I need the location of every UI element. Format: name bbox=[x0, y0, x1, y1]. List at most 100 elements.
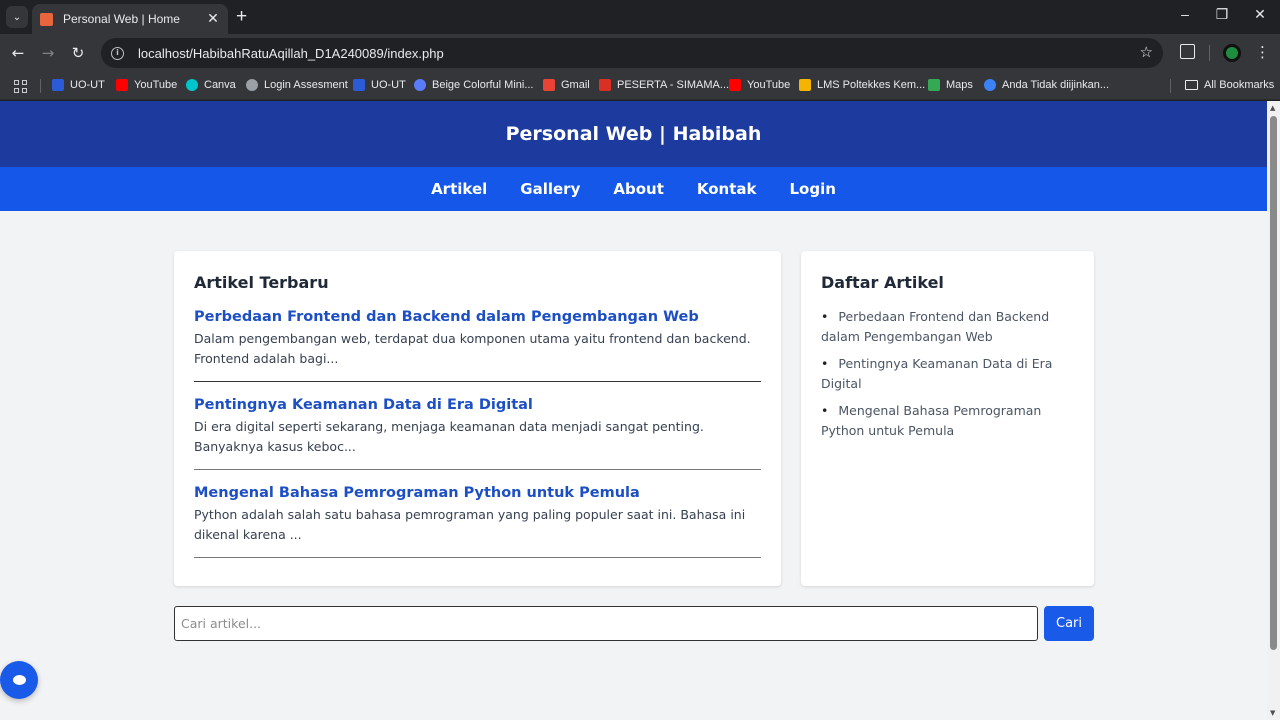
maps-icon bbox=[928, 79, 940, 91]
bookmark-item[interactable]: LMS Poltekkes Kem... bbox=[799, 79, 925, 91]
site-header: Personal Web | Habibah bbox=[0, 101, 1267, 167]
new-tab-icon[interactable]: + bbox=[236, 7, 247, 27]
profile-avatar-icon[interactable] bbox=[1223, 44, 1241, 62]
article-title-link[interactable]: Mengenal Bahasa Pemrograman Python untuk… bbox=[194, 485, 761, 501]
latest-articles-heading: Artikel Terbaru bbox=[194, 273, 329, 292]
scroll-up-icon[interactable]: ▲ bbox=[1270, 104, 1275, 112]
article-list-item[interactable]: Perbedaan Frontend dan Backend dalam Pen… bbox=[821, 307, 1074, 347]
page-scrollbar[interactable]: ▲ ▼ bbox=[1267, 101, 1280, 720]
article-item: Mengenal Bahasa Pemrograman Python untuk… bbox=[194, 485, 761, 558]
nav-link-gallery[interactable]: Gallery bbox=[520, 180, 580, 198]
all-bookmarks-label: All Bookmarks bbox=[1204, 79, 1275, 91]
extensions-icon[interactable] bbox=[1180, 44, 1195, 59]
chat-bubble-icon bbox=[12, 675, 26, 685]
kebab-menu-icon[interactable]: ⋮ bbox=[1255, 43, 1270, 61]
tab-title: Personal Web | Home bbox=[63, 12, 180, 26]
bookmark-item[interactable]: UO-UT bbox=[52, 79, 105, 91]
folder-icon bbox=[1185, 80, 1198, 90]
all-bookmarks-button[interactable]: All Bookmarks bbox=[1185, 79, 1274, 91]
bookmarks-divider bbox=[1170, 79, 1171, 93]
bookmark-item[interactable]: Maps bbox=[928, 79, 973, 91]
browser-tab[interactable]: Personal Web | Home ✕ bbox=[32, 4, 228, 34]
scroll-thumb[interactable] bbox=[1270, 116, 1277, 650]
forward-icon[interactable]: → bbox=[38, 43, 58, 63]
article-item: Perbedaan Frontend dan Backend dalam Pen… bbox=[194, 309, 761, 382]
bookmark-star-icon[interactable]: ☆ bbox=[1140, 43, 1153, 61]
bookmark-label: Canva bbox=[204, 79, 236, 91]
browser-toolbar: ← → ↻ i localhost/HabibahRatuAqillah_D1A… bbox=[0, 34, 1280, 72]
tab-search-chevron-icon[interactable]: ⌄ bbox=[6, 6, 28, 28]
article-title-link[interactable]: Perbedaan Frontend dan Backend dalam Pen… bbox=[194, 309, 761, 325]
site-title: Personal Web | Habibah bbox=[505, 123, 762, 145]
ut-icon bbox=[353, 79, 365, 91]
address-bar[interactable]: i localhost/HabibahRatuAqillah_D1A240089… bbox=[101, 38, 1163, 68]
article-title-link[interactable]: Pentingnya Keamanan Data di Era Digital bbox=[194, 397, 761, 413]
close-window-icon[interactable]: ✕ bbox=[1250, 6, 1270, 23]
reload-icon[interactable]: ↻ bbox=[68, 43, 88, 63]
nav-link-about[interactable]: About bbox=[613, 180, 664, 198]
back-icon[interactable]: ← bbox=[8, 43, 28, 63]
article-list-item[interactable]: Pentingnya Keamanan Data di Era Digital bbox=[821, 354, 1074, 394]
bookmark-label: Beige Colorful Mini... bbox=[432, 79, 534, 91]
canva-icon bbox=[414, 79, 426, 91]
close-tab-icon[interactable]: ✕ bbox=[206, 12, 220, 26]
bookmark-item[interactable]: YouTube bbox=[116, 79, 177, 91]
article-item: Pentingnya Keamanan Data di Era Digital … bbox=[194, 397, 761, 470]
globe-icon bbox=[246, 79, 258, 91]
search-input[interactable] bbox=[174, 606, 1038, 641]
ut-icon bbox=[52, 79, 64, 91]
bookmark-item[interactable]: Gmail bbox=[543, 79, 590, 91]
nav-link-kontak[interactable]: Kontak bbox=[697, 180, 757, 198]
bookmark-item[interactable]: PESERTA - SIMAMA... bbox=[599, 79, 729, 91]
latest-articles-card: Artikel Terbaru Perbedaan Frontend dan B… bbox=[174, 251, 781, 586]
search-form: Cari bbox=[174, 606, 1094, 641]
nav-link-artikel[interactable]: Artikel bbox=[431, 180, 487, 198]
article-list-heading: Daftar Artikel bbox=[821, 273, 944, 292]
bookmark-label: UO-UT bbox=[371, 79, 406, 91]
bookmark-item[interactable]: YouTube bbox=[729, 79, 790, 91]
nav-link-login[interactable]: Login bbox=[790, 180, 836, 198]
bookmark-item[interactable]: Canva bbox=[186, 79, 236, 91]
scroll-down-icon[interactable]: ▼ bbox=[1270, 709, 1275, 717]
lms-icon bbox=[799, 79, 811, 91]
restore-icon[interactable]: ❐ bbox=[1212, 6, 1232, 23]
search-button[interactable]: Cari bbox=[1044, 606, 1094, 641]
xampp-favicon-icon bbox=[40, 12, 53, 26]
tab-strip: ⌄ Personal Web | Home ✕ + – ❐ ✕ bbox=[0, 0, 1280, 34]
article-excerpt: Di era digital seperti sekarang, menjaga… bbox=[194, 419, 704, 454]
url-text[interactable]: localhost/HabibahRatuAqillah_D1A240089/i… bbox=[138, 46, 444, 61]
article-list: Perbedaan Frontend dan Backend dalam Pen… bbox=[821, 307, 1074, 441]
bookmark-item[interactable]: Beige Colorful Mini... bbox=[414, 79, 534, 91]
youtube-icon bbox=[116, 79, 128, 91]
simama-icon bbox=[599, 79, 611, 91]
bookmark-label: Login Assesment bbox=[264, 79, 348, 91]
gmail-icon bbox=[543, 79, 555, 91]
bookmark-item[interactable]: UO-UT bbox=[353, 79, 406, 91]
site-nav: Artikel Gallery About Kontak Login bbox=[0, 167, 1267, 211]
bookmark-label: Maps bbox=[946, 79, 973, 91]
bookmark-item[interactable]: Anda Tidak diijinkan... bbox=[984, 79, 1109, 91]
bookmark-item[interactable]: Login Assesment bbox=[246, 79, 348, 91]
chat-button[interactable] bbox=[0, 661, 38, 699]
youtube-icon bbox=[729, 79, 741, 91]
article-excerpt: Python adalah salah satu bahasa pemrogra… bbox=[194, 507, 746, 542]
bookmark-label: YouTube bbox=[134, 79, 178, 91]
canva-icon bbox=[186, 79, 198, 91]
minimize-icon[interactable]: – bbox=[1175, 6, 1195, 22]
article-excerpt: Dalam pengembangan web, terdapat dua kom… bbox=[194, 331, 751, 366]
article-list-item[interactable]: Mengenal Bahasa Pemrograman Python untuk… bbox=[821, 401, 1074, 441]
bookmark-label: PESERTA - SIMAMA... bbox=[617, 79, 730, 91]
bookmarks-divider bbox=[40, 79, 41, 93]
toolbar-divider bbox=[1209, 45, 1210, 61]
bookmarks-bar: UO-UT YouTube Canva Login Assesment UO-UT Bei… bbox=[0, 72, 1280, 100]
page-viewport: Personal Web | Habibah Artikel Gallery A… bbox=[0, 101, 1267, 720]
site-info-icon[interactable]: i bbox=[111, 46, 124, 60]
article-list-card: Daftar Artikel Perbedaan Frontend dan Ba… bbox=[801, 251, 1094, 586]
kemdikbud-icon bbox=[984, 79, 996, 91]
bookmark-label: UO-UT bbox=[70, 79, 105, 91]
bookmark-label: LMS Poltekkes Kem... bbox=[817, 79, 926, 91]
bookmark-label: YouTube bbox=[747, 79, 791, 91]
apps-grid-icon[interactable] bbox=[14, 80, 27, 93]
bookmark-label: Gmail bbox=[561, 79, 590, 91]
bookmark-label: Anda Tidak diijinkan... bbox=[1002, 79, 1110, 91]
